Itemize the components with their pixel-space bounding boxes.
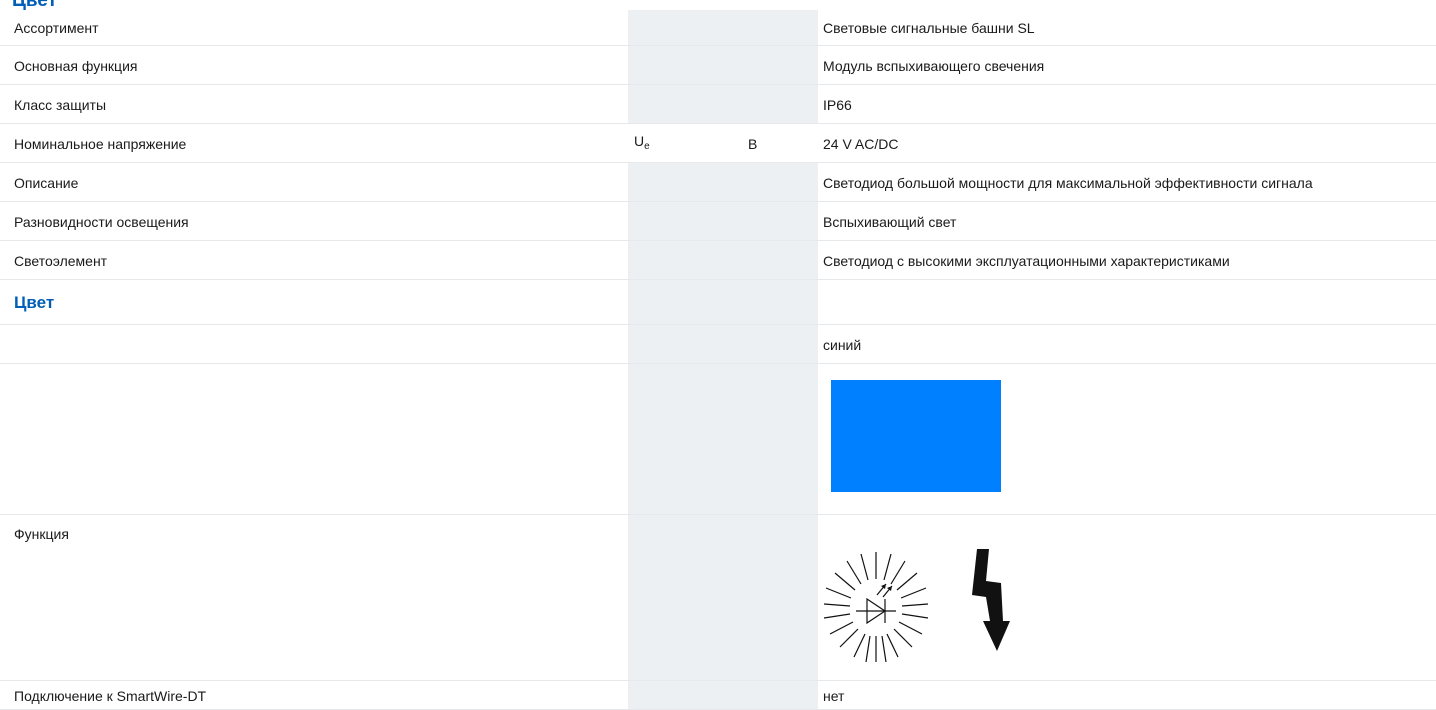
spec-row-description: Описание Светодиод большой мощности для …	[0, 163, 1436, 202]
row-label: Функция	[14, 526, 69, 542]
flashing-led-lightning-icon	[823, 549, 1010, 663]
row-label: Класс защиты	[14, 96, 107, 113]
row-value: 24 V AC/DC	[823, 135, 899, 152]
spec-row-protection-class: Класс защиты IP66	[0, 85, 1436, 124]
section-heading: Цвет	[14, 292, 55, 312]
row-value: Светодиод большой мощности для максималь…	[823, 174, 1313, 191]
spec-row-rated-voltage: Номинальное напряжение Ue В 24 V AC/DC	[0, 124, 1436, 163]
row-symbol: Ue	[634, 132, 650, 152]
row-label: Описание	[14, 174, 79, 191]
row-value: IP66	[823, 96, 852, 113]
row-label: Ассортимент	[14, 20, 99, 36]
row-value: нет	[823, 687, 845, 704]
row-label: Номинальное напряжение	[14, 135, 187, 152]
row-label: Подключение к SmartWire-DT	[14, 687, 207, 704]
color-name-row: синий	[0, 325, 1436, 364]
color-section-heading-row: Цвет	[0, 280, 1436, 325]
spec-row-light-element: Светоэлемент Светодиод с высокими эксплу…	[0, 241, 1436, 280]
spec-row-lighting-types: Разновидности освещения Вспыхивающий све…	[0, 202, 1436, 241]
row-value: Светодиод с высокими эксплуатационными х…	[823, 252, 1230, 269]
row-label: Разновидности освещения	[14, 213, 189, 230]
row-label: Светоэлемент	[14, 252, 108, 269]
row-label: Основная функция	[14, 57, 138, 74]
row-value: Световые сигнальные башни SL	[823, 20, 1035, 36]
spec-row-assortment: Ассортимент Световые сигнальные башни SL	[0, 10, 1436, 46]
top-strip: Цвет	[0, 0, 1436, 11]
row-unit: В	[748, 135, 758, 152]
color-swatch	[831, 380, 1001, 492]
row-value: Модуль вспыхивающего свечения	[823, 57, 1045, 74]
smartwire-row: Подключение к SmartWire-DT нет	[0, 681, 1436, 710]
spec-row-main-function: Основная функция Модуль вспыхивающего св…	[0, 46, 1436, 85]
color-name: синий	[823, 336, 862, 353]
spec-sheet: Цвет Ассортимент Световые сигнальные баш…	[0, 0, 1436, 710]
row-value: Вспыхивающий свет	[823, 213, 957, 230]
function-row: Функция	[0, 515, 1436, 681]
color-swatch-row	[0, 364, 1436, 515]
